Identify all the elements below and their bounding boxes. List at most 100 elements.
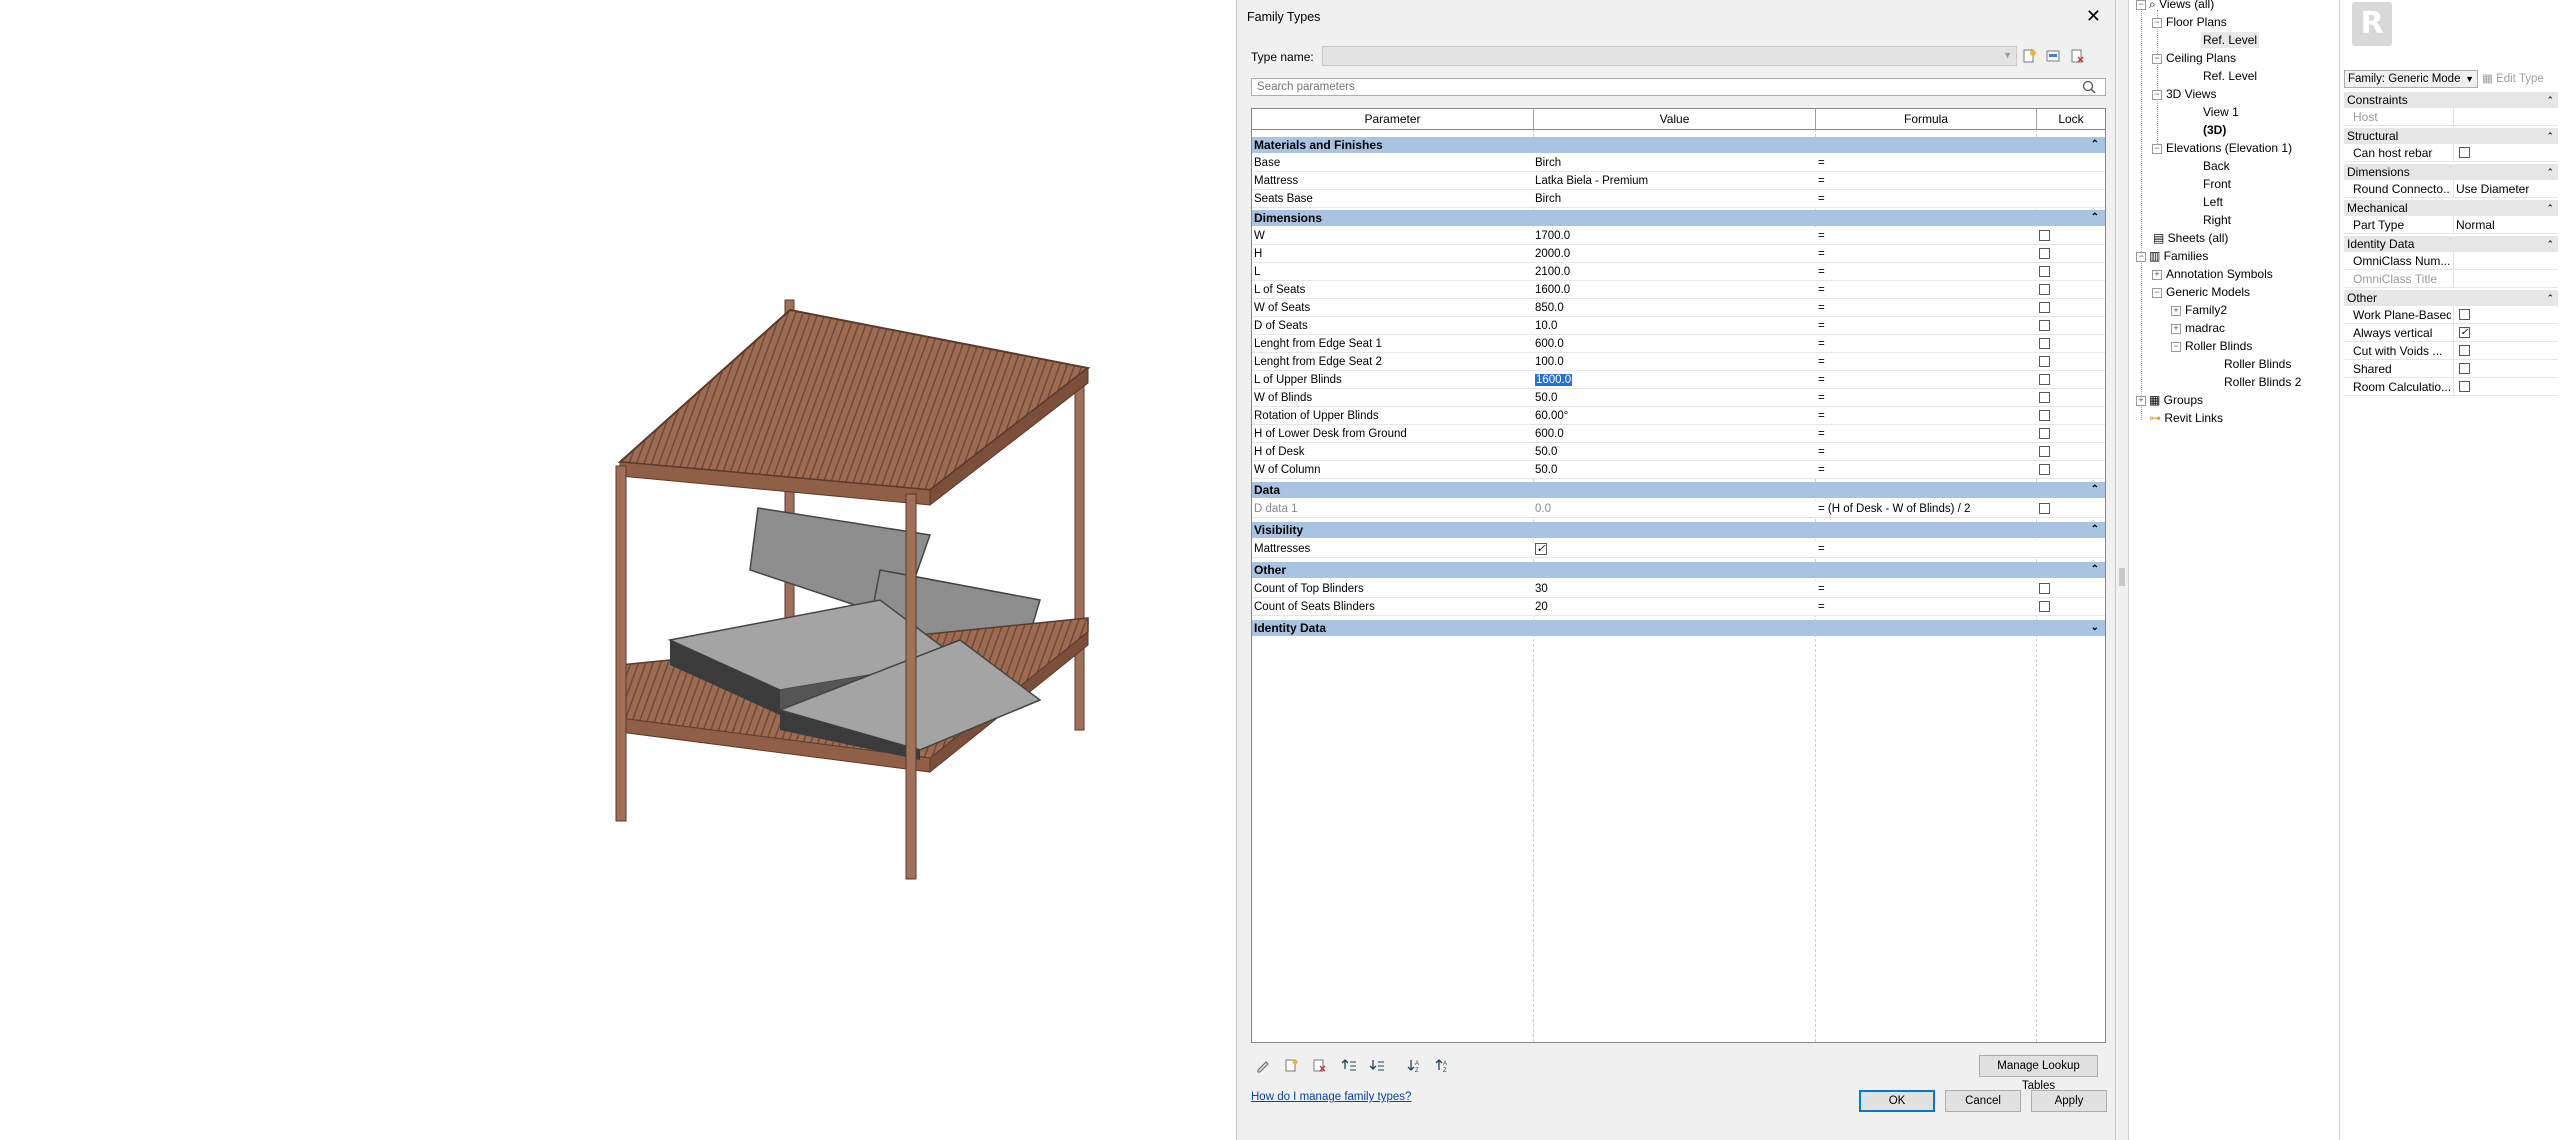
tree-item-back[interactable]: Back: [2203, 158, 2230, 174]
table-row[interactable]: W of Blinds 50.0 =: [1252, 389, 2105, 407]
selected-value[interactable]: 1600.0: [1535, 374, 1573, 386]
table-row[interactable]: W 1700.0 =: [1252, 227, 2105, 245]
move-down-button[interactable]: [1367, 1055, 1387, 1075]
lock-checkbox[interactable]: [2039, 230, 2050, 241]
tree-item-3d-views[interactable]: 3D Views: [2166, 86, 2216, 102]
property-row[interactable]: Work Plane-Based: [2344, 306, 2558, 324]
section-identity-data[interactable]: Identity Data ⌃: [2344, 236, 2558, 252]
property-row[interactable]: Part Type Normal: [2344, 216, 2558, 234]
collapse-icon[interactable]: −: [2152, 90, 2162, 100]
delete-parameter-button[interactable]: [1309, 1055, 1329, 1075]
rename-type-button[interactable]: [2043, 46, 2063, 66]
can-host-rebar-checkbox[interactable]: [2459, 147, 2470, 158]
table-row[interactable]: W of Column 50.0 =: [1252, 461, 2105, 479]
work-plane-based-checkbox[interactable]: [2459, 309, 2470, 320]
lock-checkbox[interactable]: [2039, 464, 2050, 475]
family-type-selector[interactable]: Family: Generic Mode ▼: [2344, 70, 2478, 88]
lock-checkbox[interactable]: [2039, 338, 2050, 349]
lock-checkbox[interactable]: [2039, 503, 2050, 514]
property-row[interactable]: Host: [2344, 108, 2558, 126]
lock-checkbox[interactable]: [2039, 320, 2050, 331]
table-row[interactable]: Mattresses ✓ =: [1252, 540, 2105, 558]
table-row[interactable]: Lenght from Edge Seat 2 100.0 =: [1252, 353, 2105, 371]
collapse-icon[interactable]: −: [2152, 144, 2162, 154]
tree-item-annotation-symbols[interactable]: Annotation Symbols: [2166, 266, 2273, 282]
section-mechanical[interactable]: Mechanical ⌃: [2344, 200, 2558, 216]
column-header-lock[interactable]: Lock: [2037, 109, 2105, 129]
cancel-button[interactable]: Cancel: [1945, 1090, 2021, 1112]
delete-type-button[interactable]: [2067, 46, 2087, 66]
table-row[interactable]: H 2000.0 =: [1252, 245, 2105, 263]
tree-item-roller-blinds-2[interactable]: Roller Blinds 2: [2224, 374, 2301, 390]
section-other[interactable]: Other ⌃: [2344, 290, 2558, 306]
lock-checkbox[interactable]: [2039, 410, 2050, 421]
lock-checkbox[interactable]: [2039, 302, 2050, 313]
tree-item-elevations[interactable]: Elevations (Elevation 1): [2166, 140, 2292, 156]
group-other[interactable]: Other ⌃: [1252, 562, 2105, 578]
table-row[interactable]: Base Birch =: [1252, 154, 2105, 172]
table-row[interactable]: D data 1 0.0 = (H of Desk - W of Blinds) /…: [1252, 500, 2105, 518]
lock-checkbox[interactable]: [2039, 601, 2050, 612]
table-row[interactable]: Lenght from Edge Seat 1 600.0 =: [1252, 335, 2105, 353]
tree-item-front[interactable]: Front: [2203, 176, 2231, 192]
collapse-icon[interactable]: −: [2136, 252, 2146, 262]
tree-item-ceiling-plans[interactable]: Ceiling Plans: [2166, 50, 2236, 66]
column-header-parameter[interactable]: Parameter: [1252, 109, 1534, 129]
mattresses-checkbox[interactable]: ✓: [1535, 543, 1547, 555]
help-link[interactable]: How do I manage family types?: [1251, 1091, 1411, 1103]
group-identity-data[interactable]: Identity Data ⌄: [1252, 620, 2105, 636]
tree-item-left[interactable]: Left: [2203, 194, 2223, 210]
panel-splitter[interactable]: [2116, 0, 2128, 1140]
table-row[interactable]: Rotation of Upper Blinds 60.00° =: [1252, 407, 2105, 425]
expand-icon[interactable]: +: [2171, 306, 2181, 316]
table-row[interactable]: L 2100.0 =: [1252, 263, 2105, 281]
group-dimensions[interactable]: Dimensions ⌃: [1252, 210, 2105, 226]
tree-item-floor-plans[interactable]: Floor Plans: [2166, 14, 2227, 30]
table-row[interactable]: Seats Base Birch =: [1252, 190, 2105, 208]
tree-item-right[interactable]: Right: [2203, 212, 2231, 228]
sort-ascending-button[interactable]: AZ: [1405, 1055, 1425, 1075]
tree-item-generic-models[interactable]: Generic Models: [2166, 284, 2250, 300]
property-row[interactable]: OmniClass Num...: [2344, 252, 2558, 270]
property-row[interactable]: OmniClass Title: [2344, 270, 2558, 288]
tree-item-groups[interactable]: ▦ Groups: [2149, 392, 2203, 408]
property-row[interactable]: Cut with Voids ...: [2344, 342, 2558, 360]
expand-icon[interactable]: +: [2136, 396, 2146, 406]
search-icon[interactable]: [2081, 79, 2097, 95]
tree-item-3d[interactable]: (3D): [2203, 122, 2226, 138]
manage-lookup-tables-button[interactable]: Manage Lookup Tables: [1979, 1055, 2098, 1092]
property-row[interactable]: Shared: [2344, 360, 2558, 378]
group-visibility[interactable]: Visibility ⌃: [1252, 522, 2105, 538]
property-row[interactable]: Always vertical ✓: [2344, 324, 2558, 342]
group-materials-and-finishes[interactable]: Materials and Finishes ⌃: [1252, 137, 2105, 153]
property-row[interactable]: Can host rebar: [2344, 144, 2558, 162]
new-parameter-button[interactable]: [1281, 1055, 1301, 1075]
section-dimensions[interactable]: Dimensions ⌃: [2344, 164, 2558, 180]
cut-with-voids-checkbox[interactable]: [2459, 345, 2470, 356]
tree-item-view-1[interactable]: View 1: [2203, 104, 2239, 120]
collapse-icon[interactable]: −: [2152, 288, 2162, 298]
tree-item-roller-blinds[interactable]: Roller Blinds: [2185, 338, 2252, 354]
edit-parameter-button[interactable]: [1253, 1055, 1273, 1075]
search-parameters-input[interactable]: [1251, 78, 2106, 96]
column-header-value[interactable]: Value: [1534, 109, 1816, 129]
lock-checkbox[interactable]: [2039, 446, 2050, 457]
tree-item-views-all[interactable]: ⌕ Views (all): [2149, 0, 2214, 12]
lock-checkbox[interactable]: [2039, 356, 2050, 367]
lock-checkbox[interactable]: [2039, 248, 2050, 259]
column-header-formula[interactable]: Formula: [1816, 109, 2037, 129]
room-calculation-checkbox[interactable]: [2459, 381, 2470, 392]
table-row[interactable]: Mattress Latka Biela - Premium =: [1252, 172, 2105, 190]
lock-checkbox[interactable]: [2039, 583, 2050, 594]
tree-item-families[interactable]: ▥ Families: [2149, 248, 2208, 264]
lock-checkbox[interactable]: [2039, 284, 2050, 295]
table-row[interactable]: L of Seats 1600.0 =: [1252, 281, 2105, 299]
group-data[interactable]: Data ⌃: [1252, 482, 2105, 498]
lock-checkbox[interactable]: [2039, 374, 2050, 385]
tree-item-roller-blinds-type[interactable]: Roller Blinds: [2224, 356, 2291, 372]
section-structural[interactable]: Structural ⌃: [2344, 128, 2558, 144]
table-row[interactable]: Count of Seats Blinders 20 =: [1252, 598, 2105, 616]
expand-icon[interactable]: +: [2152, 270, 2162, 280]
table-row[interactable]: Count of Top Blinders 30 =: [1252, 580, 2105, 598]
new-type-button[interactable]: [2019, 46, 2039, 66]
